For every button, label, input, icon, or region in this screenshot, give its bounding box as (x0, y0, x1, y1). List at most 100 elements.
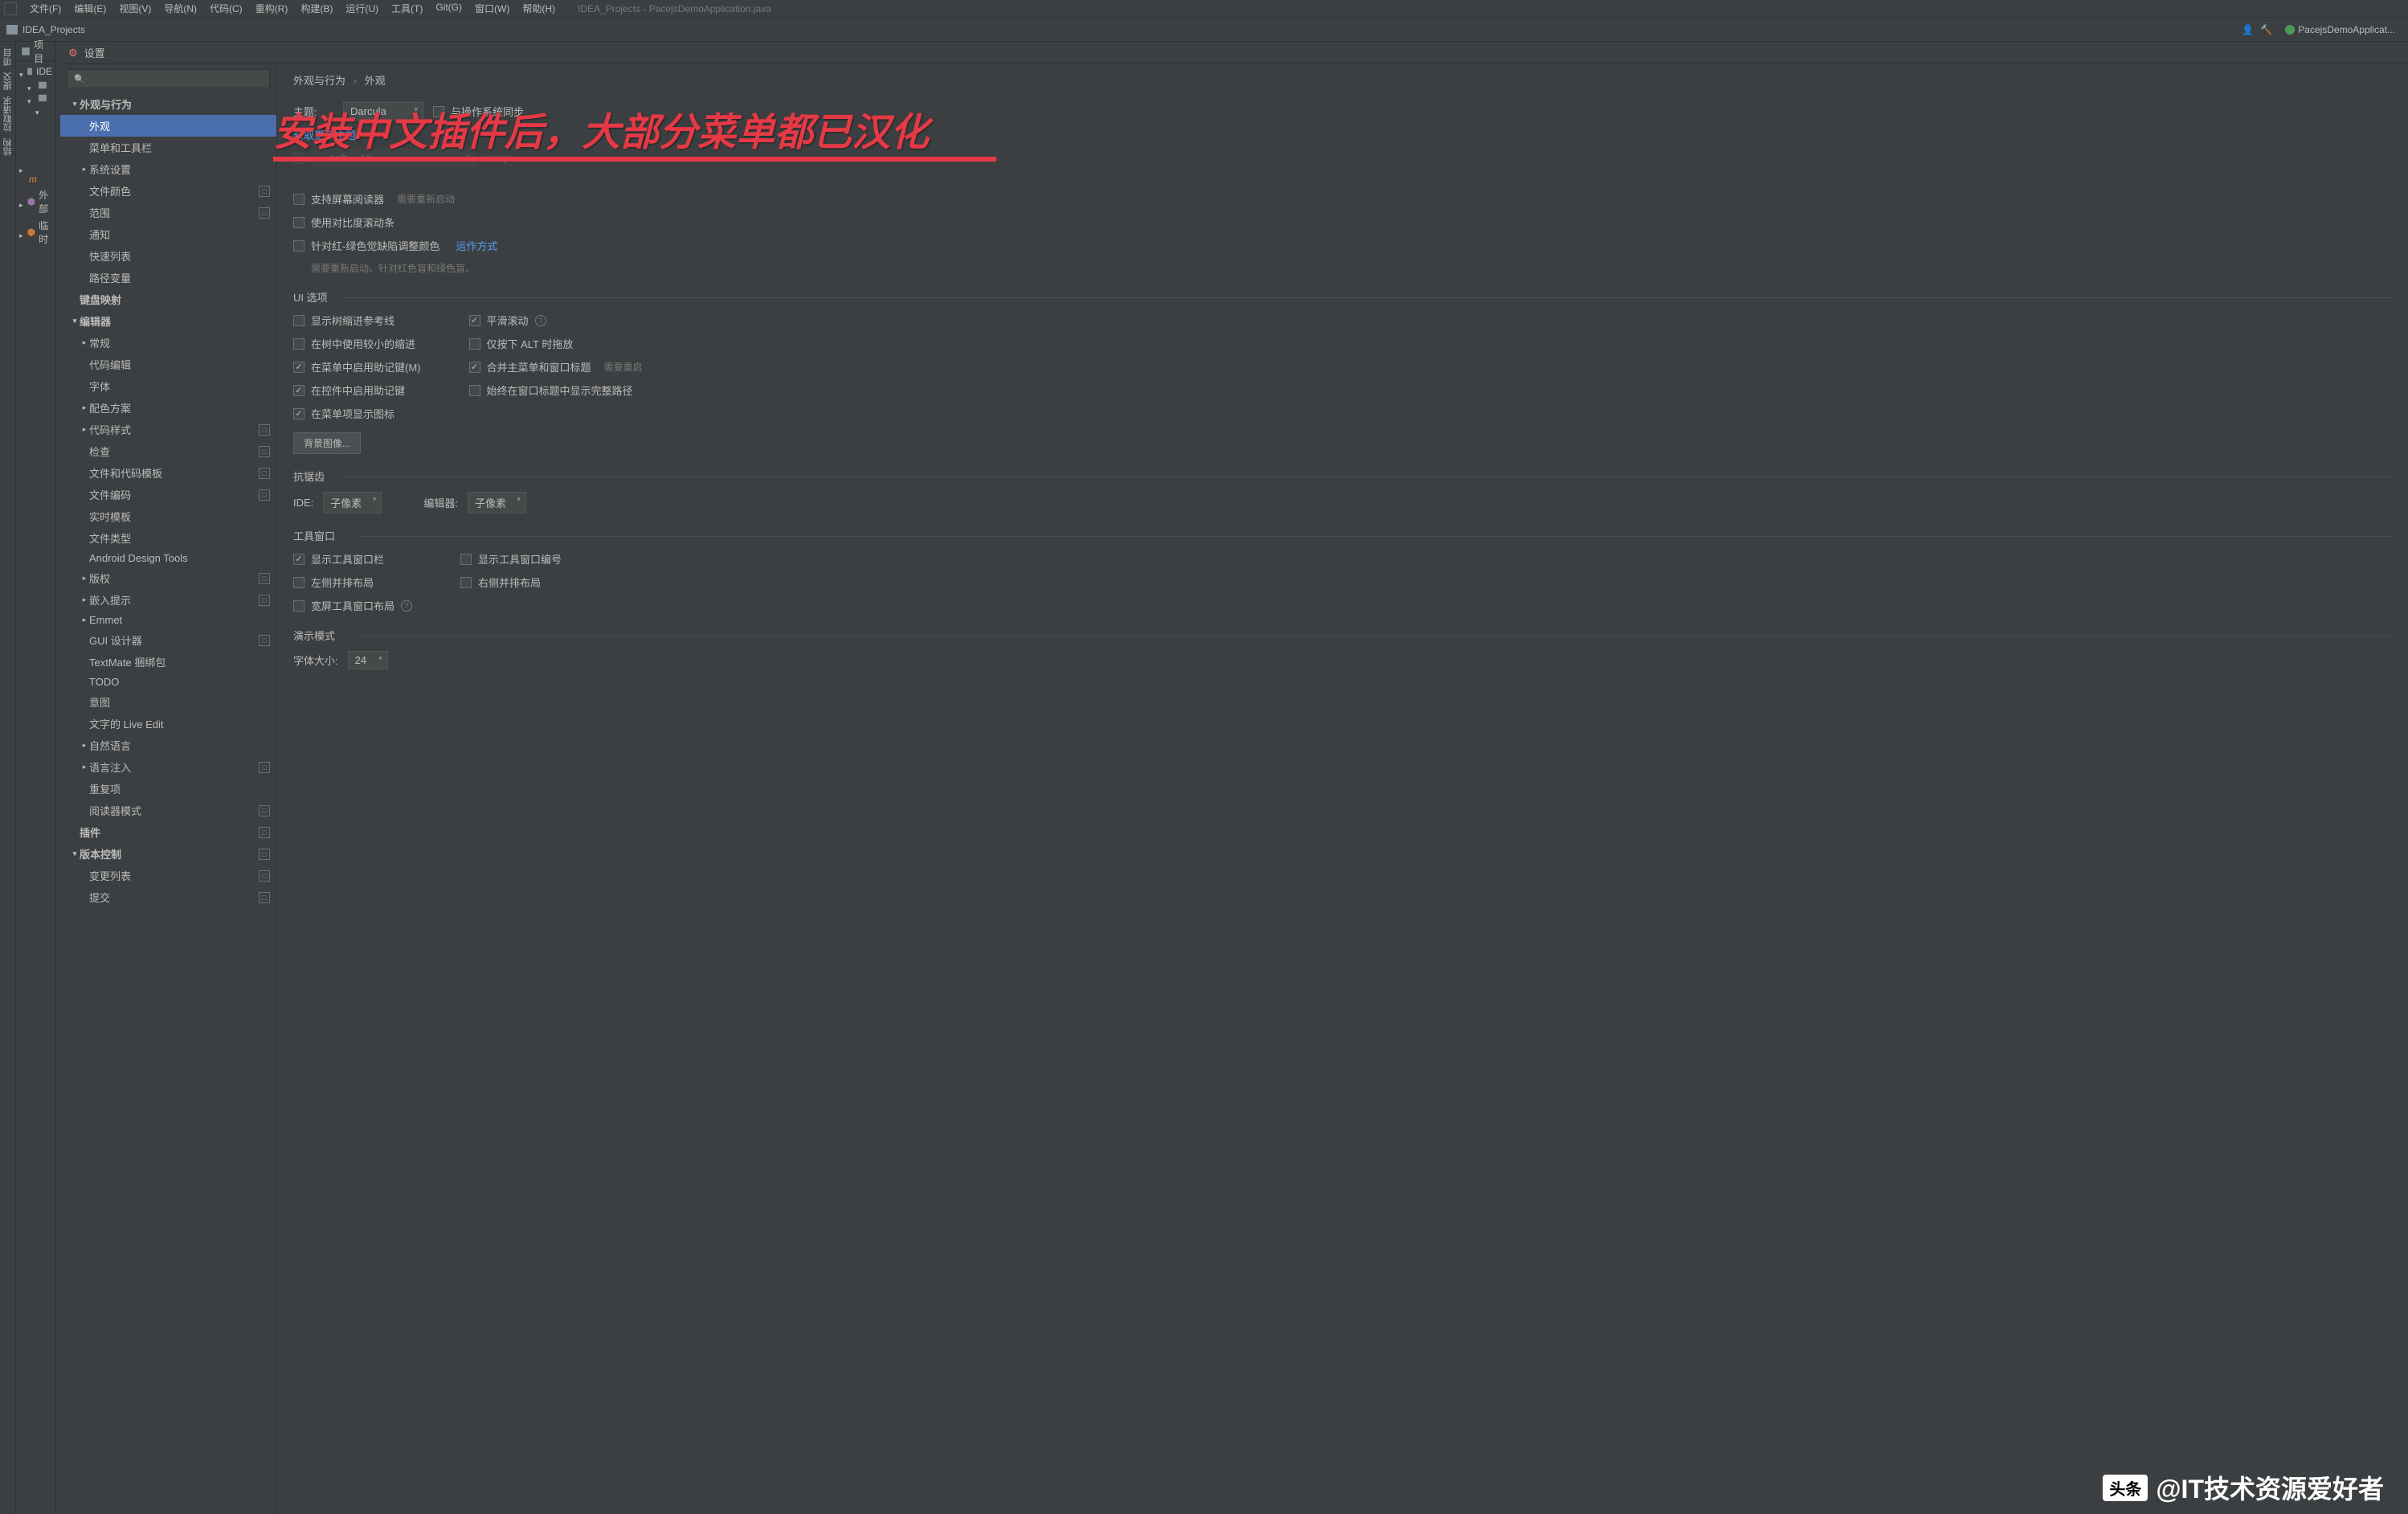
wide-layout-checkbox[interactable]: 宽屏工具窗口布局? (293, 598, 412, 613)
settings-tree-item[interactable]: 常规 (60, 332, 276, 354)
tree-node[interactable] (16, 104, 55, 114)
right-layout-checkbox[interactable]: 右侧并排布局 (460, 575, 562, 590)
settings-tree-item[interactable]: 语言注入□ (60, 756, 276, 778)
project-panel-header[interactable]: 项目 (16, 42, 55, 61)
settings-tree-item[interactable]: 通知 (60, 223, 276, 245)
alt-drag-checkbox[interactable]: 仅按下 ALT 时拖放 (469, 336, 643, 351)
settings-tree-item[interactable]: 提交□ (60, 886, 276, 908)
tool-gutter-button[interactable]: 结构 (0, 135, 16, 159)
full-path-checkbox[interactable]: 始终在窗口标题中显示完整路径 (469, 383, 643, 398)
settings-tree-item[interactable]: 快速列表 (60, 245, 276, 267)
presentation-font-size[interactable]: 24 (348, 651, 388, 669)
settings-tree-item[interactable]: 配色方案 (60, 397, 276, 419)
settings-tree-item[interactable]: 文件颜色□ (60, 180, 276, 202)
settings-tree-item[interactable]: 变更列表□ (60, 865, 276, 886)
editor-aa-select[interactable]: 子像素 (468, 492, 526, 514)
settings-tree-item[interactable]: 文字的 Live Edit (60, 713, 276, 734)
tree-node[interactable]: ⬢外部 (16, 186, 55, 217)
settings-tree-item[interactable]: 版本控制□ (60, 843, 276, 865)
mnemonics-menu-checkbox[interactable]: 在菜单中启用助记键(M) (293, 359, 421, 374)
settings-tree-item[interactable]: 代码编辑 (60, 354, 276, 375)
tree-node[interactable] (16, 162, 55, 172)
settings-tree-item[interactable]: 嵌入提示□ (60, 589, 276, 611)
smooth-scroll-checkbox[interactable]: 平滑滚动? (469, 313, 643, 328)
tree-node[interactable] (16, 79, 55, 92)
settings-tree-item[interactable]: 文件和代码模板□ (60, 462, 276, 484)
info-icon[interactable]: ? (535, 315, 546, 326)
settings-tree-item[interactable]: 实时模板 (60, 505, 276, 527)
settings-tree-item[interactable]: 重复项 (60, 778, 276, 800)
ui-options-title: UI 选项 (293, 289, 2392, 305)
mnemonics-controls-checkbox[interactable]: 在控件中启用助记键 (293, 383, 421, 398)
user-icon[interactable]: 👤 (2242, 24, 2254, 35)
settings-tree-item[interactable]: 外观 (60, 115, 276, 137)
menu-item[interactable]: Git(G) (429, 0, 468, 17)
settings-tree-item[interactable]: 插件□ (60, 821, 276, 843)
settings-tree-item[interactable]: 键盘映射 (60, 288, 276, 310)
settings-tree-item[interactable]: 范围□ (60, 202, 276, 223)
how-link[interactable]: 运作方式 (456, 238, 497, 253)
settings-tree-item[interactable]: 外观与行为 (60, 93, 276, 115)
screen-reader-checkbox[interactable]: 支持屏幕阅读器 需要重新启动 (293, 191, 2392, 207)
settings-tree-item[interactable]: 编辑器 (60, 310, 276, 332)
merge-menu-checkbox[interactable]: 合并主菜单和窗口标题需要重启 (469, 359, 643, 374)
settings-icon: ⚙ (68, 47, 78, 59)
show-bars-checkbox[interactable]: 显示工具窗口栏 (293, 551, 412, 567)
settings-tree-item[interactable]: 路径变量 (60, 267, 276, 288)
project-badge-icon: □ (259, 446, 270, 457)
settings-tree-item[interactable]: Android Design Tools (60, 549, 276, 567)
project-name[interactable]: IDEA_Projects (22, 24, 85, 35)
menu-item[interactable]: 视图(V) (112, 0, 157, 17)
settings-tree-item[interactable]: 检查□ (60, 440, 276, 462)
menu-item[interactable]: 重构(R) (249, 0, 295, 17)
project-badge-icon: □ (259, 892, 270, 903)
tool-gutter-button[interactable]: 拉取请求 (0, 93, 16, 135)
presentation-title: 演示模式 (293, 628, 2392, 643)
menu-item[interactable]: 运行(U) (339, 0, 385, 17)
tree-node[interactable] (16, 92, 55, 104)
tool-gutter-button[interactable]: 项目 (0, 45, 16, 69)
settings-tree-item[interactable]: 系统设置 (60, 158, 276, 180)
menu-item[interactable]: 文件(F) (23, 0, 67, 17)
menu-item[interactable]: 代码(C) (203, 0, 249, 17)
project-badge-icon: □ (259, 489, 270, 501)
bg-image-button[interactable]: 背景图像... (293, 432, 361, 454)
small-indent-checkbox[interactable]: 在树中使用较小的缩进 (293, 336, 421, 351)
settings-tree-item[interactable]: 文件编码□ (60, 484, 276, 505)
settings-tree-item[interactable]: 菜单和工具栏 (60, 137, 276, 158)
settings-tree-item[interactable]: 文件类型 (60, 527, 276, 549)
tree-node[interactable]: IDE (16, 64, 55, 79)
menu-item[interactable]: 构建(B) (294, 0, 339, 17)
settings-tree-item[interactable]: GUI 设计器□ (60, 629, 276, 651)
left-layout-checkbox[interactable]: 左侧并排布局 (293, 575, 412, 590)
run-config-selector[interactable]: PacejsDemoApplicat... (2279, 23, 2402, 37)
bug-icon (2285, 25, 2295, 35)
tree-guides-checkbox[interactable]: 显示树缩进参考线 (293, 313, 421, 328)
show-numbers-checkbox[interactable]: 显示工具窗口编号 (460, 551, 562, 567)
ide-aa-select[interactable]: 子像素 (323, 492, 382, 514)
menu-icons-checkbox[interactable]: 在菜单项显示图标 (293, 406, 421, 421)
settings-tree-item[interactable]: Emmet (60, 611, 276, 629)
info-icon[interactable]: ? (401, 600, 412, 612)
menu-item[interactable]: 窗口(W) (468, 0, 516, 17)
search-input[interactable] (90, 73, 263, 84)
menu-item[interactable]: 导航(N) (157, 0, 203, 17)
menu-item[interactable]: 工具(T) (385, 0, 429, 17)
colorblind-checkbox[interactable]: 针对红-绿色觉缺陷调整颜色 运作方式 (293, 238, 2392, 253)
contrast-scroll-checkbox[interactable]: 使用对比度滚动条 (293, 215, 2392, 230)
settings-tree-item[interactable]: TextMate 捆绑包 (60, 651, 276, 673)
menu-item[interactable]: 帮助(H) (516, 0, 562, 17)
settings-tree-item[interactable]: TODO (60, 673, 276, 691)
settings-tree-item[interactable]: 字体 (60, 375, 276, 397)
hammer-icon[interactable]: 🔨 (2260, 24, 2272, 35)
settings-tree-item[interactable]: 阅读器模式□ (60, 800, 276, 821)
tool-gutter-button[interactable]: 提交 (0, 69, 16, 93)
menu-item[interactable]: 编辑(E) (67, 0, 112, 17)
settings-tree[interactable]: 外观与行为外观菜单和工具栏系统设置文件颜色□范围□通知快速列表路径变量键盘映射编… (60, 93, 276, 1514)
tree-node[interactable]: ⬢临时 (16, 217, 55, 248)
settings-tree-item[interactable]: 代码样式□ (60, 419, 276, 440)
settings-search[interactable] (67, 69, 270, 88)
settings-tree-item[interactable]: 意图 (60, 691, 276, 713)
settings-tree-item[interactable]: 版权□ (60, 567, 276, 589)
settings-tree-item[interactable]: 自然语言 (60, 734, 276, 756)
